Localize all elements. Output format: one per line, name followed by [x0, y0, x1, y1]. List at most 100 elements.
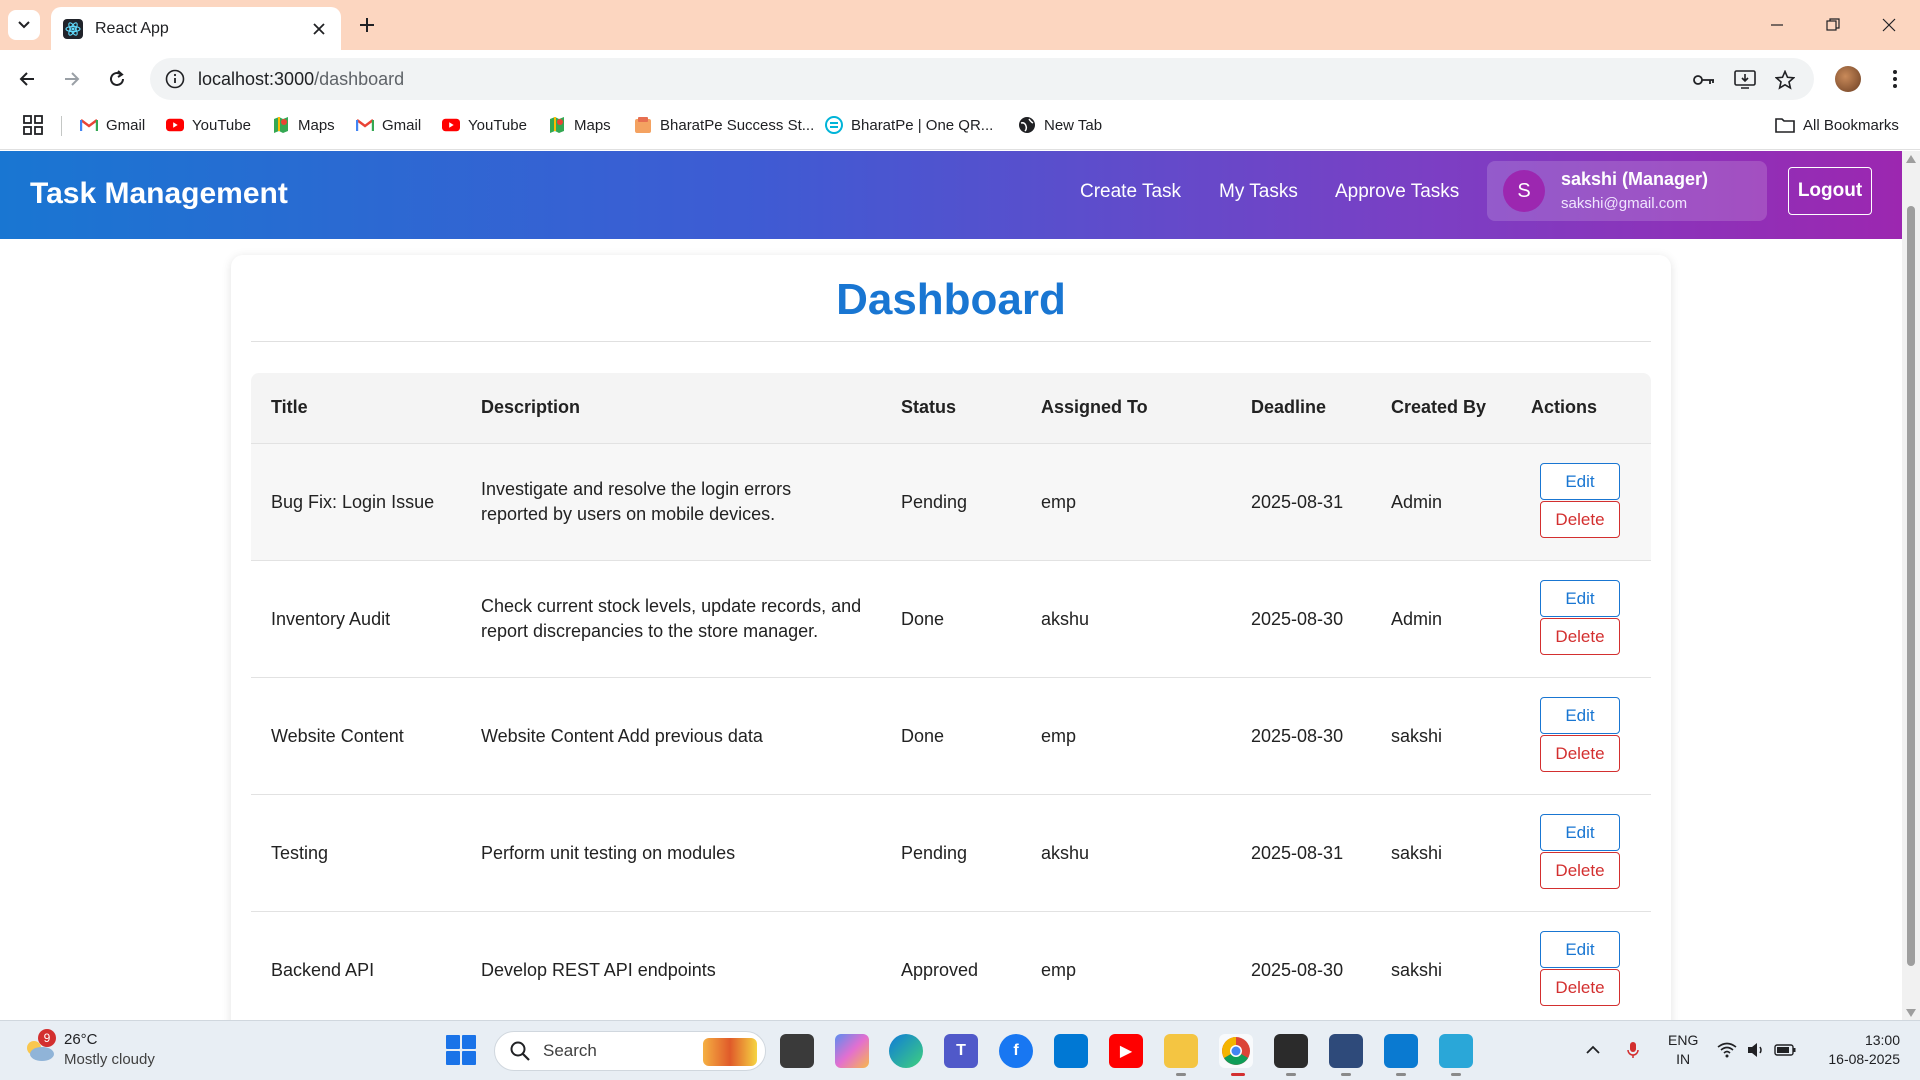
- battery-icon[interactable]: [1774, 1039, 1796, 1061]
- bookmark-label: BharatPe | One QR...: [851, 116, 994, 134]
- tab-search-button[interactable]: [8, 10, 40, 40]
- gmail-icon: [80, 116, 98, 134]
- bookmark-youtube[interactable]: YouTube: [166, 112, 251, 138]
- delete-button[interactable]: Delete: [1540, 852, 1620, 889]
- scroll-up-arrow-icon[interactable]: [1906, 155, 1916, 163]
- key-icon: [1693, 75, 1714, 85]
- cell-created-by: sakshi: [1391, 843, 1443, 863]
- delete-button[interactable]: Delete: [1540, 735, 1620, 772]
- wifi-icon[interactable]: [1716, 1039, 1738, 1061]
- back-button[interactable]: [12, 64, 42, 94]
- language-indicator[interactable]: ENG IN: [1668, 1031, 1698, 1069]
- bookmark-new-tab[interactable]: New Tab: [1018, 112, 1102, 138]
- cell-deadline: 2025-08-30: [1251, 960, 1344, 980]
- bookmark-youtube-2[interactable]: YouTube: [442, 112, 527, 138]
- bookmark-bharatpe-qr[interactable]: BharatPe | One QR...: [825, 112, 993, 138]
- page-scrollbar[interactable]: [1902, 151, 1920, 1021]
- chrome-menu-button[interactable]: [1882, 66, 1908, 92]
- edit-button[interactable]: Edit: [1540, 463, 1620, 500]
- bookmark-bharatpe-success[interactable]: BharatPe Success St...: [634, 112, 814, 138]
- bookmark-label: BharatPe Success St...: [660, 116, 815, 134]
- delete-button[interactable]: Delete: [1540, 618, 1620, 655]
- app-icon[interactable]: [1329, 1034, 1363, 1068]
- facebook-icon[interactable]: f: [999, 1034, 1033, 1068]
- cell-assigned-to: emp: [1041, 960, 1077, 980]
- nav-my-tasks[interactable]: My Tasks: [1219, 181, 1298, 203]
- column-actions: Actions: [1531, 397, 1598, 417]
- windows-logo-icon: [446, 1035, 460, 1049]
- app-header: Task Management Create Task My Tasks App…: [0, 151, 1902, 239]
- bookmark-maps[interactable]: Maps: [272, 112, 335, 138]
- bookmark-star-button[interactable]: [1772, 67, 1798, 93]
- youtube-app-icon[interactable]: ▶: [1109, 1034, 1143, 1068]
- scroll-down-arrow-icon[interactable]: [1906, 1009, 1916, 1017]
- reload-button[interactable]: [102, 64, 132, 94]
- weather-temperature[interactable]: 26°C: [64, 1031, 98, 1048]
- store-icon[interactable]: [1054, 1034, 1088, 1068]
- edit-button[interactable]: Edit: [1540, 697, 1620, 734]
- bookmark-gmail[interactable]: Gmail: [80, 112, 145, 138]
- forward-button[interactable]: [57, 64, 87, 94]
- active-indicator: [1231, 1073, 1245, 1076]
- cell-created-by: Admin: [1391, 609, 1443, 629]
- scrollbar-thumb[interactable]: [1907, 206, 1915, 966]
- cell-title: Bug Fix: Login Issue: [271, 492, 435, 512]
- nav-approve-tasks[interactable]: Approve Tasks: [1335, 181, 1459, 203]
- browser-tab-active[interactable]: React App: [51, 7, 341, 50]
- taskbar-search[interactable]: Search: [494, 1031, 766, 1071]
- notepad-icon[interactable]: [1439, 1034, 1473, 1068]
- apps-grid-icon[interactable]: [22, 114, 44, 136]
- user-avatar: S: [1503, 170, 1545, 212]
- edit-button[interactable]: Edit: [1540, 814, 1620, 851]
- arrow-right-icon: [65, 72, 80, 86]
- windows-logo-icon: [462, 1035, 476, 1049]
- delete-button[interactable]: Delete: [1540, 501, 1620, 538]
- cell-status: Done: [901, 726, 945, 746]
- bookmark-maps-2[interactable]: Maps: [548, 112, 611, 138]
- volume-icon[interactable]: [1745, 1039, 1767, 1061]
- install-app-button[interactable]: [1732, 67, 1758, 93]
- address-bar[interactable]: localhost:3000/dashboard: [150, 58, 1814, 100]
- profile-avatar[interactable]: [1835, 66, 1861, 92]
- restore-button[interactable]: [1820, 12, 1846, 38]
- nav-create-task[interactable]: Create Task: [1080, 181, 1181, 203]
- edge-icon[interactable]: [889, 1034, 923, 1068]
- bookmark-gmail-2[interactable]: Gmail: [356, 112, 421, 138]
- cell-title: Website Content: [271, 726, 404, 746]
- vscode-icon[interactable]: [1384, 1034, 1418, 1068]
- show-hidden-icons-button[interactable]: [1582, 1039, 1604, 1061]
- cell-deadline: 2025-08-30: [1251, 609, 1344, 629]
- table-header: Title Description Status Assigned To Dea…: [251, 373, 1651, 444]
- edit-button[interactable]: Edit: [1540, 931, 1620, 968]
- all-bookmarks-button[interactable]: All Bookmarks: [1775, 112, 1899, 138]
- minimize-button[interactable]: [1764, 12, 1790, 38]
- new-tab-button[interactable]: [353, 11, 381, 39]
- task-view-icon[interactable]: [780, 1034, 814, 1068]
- microphone-icon[interactable]: [1622, 1039, 1644, 1061]
- clock[interactable]: 13:00 16-08-2025: [1820, 1031, 1900, 1069]
- search-placeholder: Search: [543, 1041, 597, 1060]
- copilot-icon[interactable]: [835, 1034, 869, 1068]
- info-icon[interactable]: [164, 68, 186, 90]
- close-tab-icon[interactable]: [309, 19, 329, 39]
- cell-description: Check current stock levels, update recor…: [481, 594, 881, 644]
- bookmark-label: Gmail: [382, 116, 422, 134]
- terminal-icon[interactable]: [1274, 1034, 1308, 1068]
- search-highlight-image: [703, 1038, 757, 1066]
- chrome-icon[interactable]: [1219, 1034, 1253, 1068]
- weather-description[interactable]: Mostly cloudy: [64, 1051, 155, 1068]
- arrow-left-icon: [19, 72, 34, 86]
- logout-button[interactable]: Logout: [1788, 167, 1872, 215]
- teams-icon[interactable]: T: [944, 1034, 978, 1068]
- minimize-icon: [1771, 24, 1783, 26]
- user-email: sakshi@gmail.com: [1561, 195, 1688, 212]
- delete-button[interactable]: Delete: [1540, 969, 1620, 1006]
- windows-logo-icon: [446, 1051, 460, 1065]
- file-explorer-icon[interactable]: [1164, 1034, 1198, 1068]
- edit-button[interactable]: Edit: [1540, 580, 1620, 617]
- start-button[interactable]: [446, 1035, 476, 1065]
- cell-deadline: 2025-08-30: [1251, 726, 1344, 746]
- cell-status: Approved: [901, 960, 979, 980]
- password-key-button[interactable]: [1691, 67, 1717, 93]
- close-window-button[interactable]: [1876, 12, 1902, 38]
